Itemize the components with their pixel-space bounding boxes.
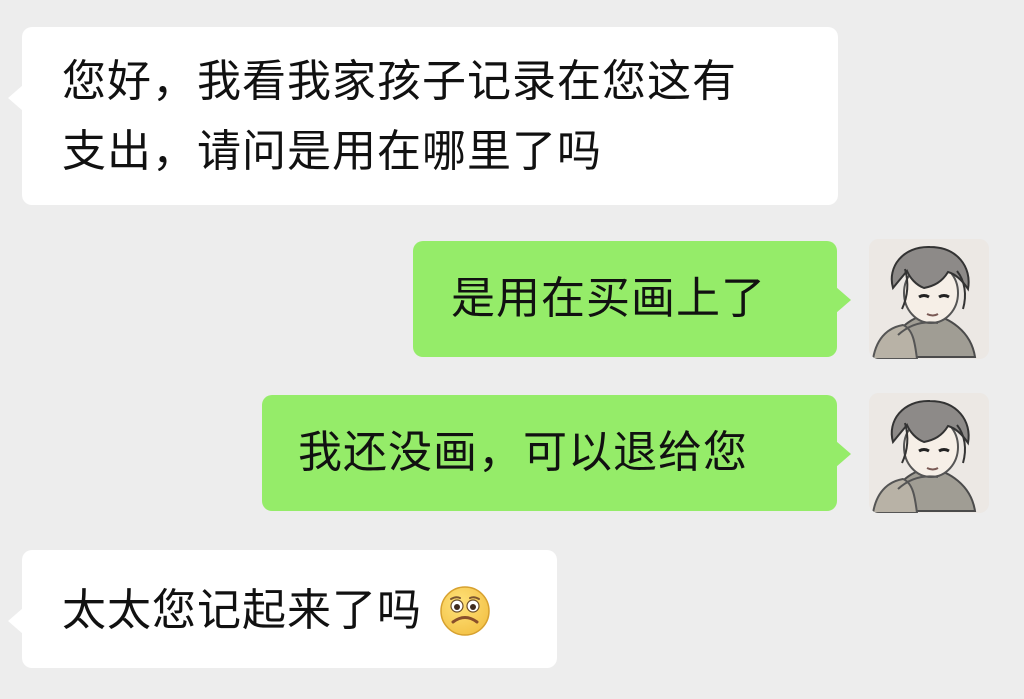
message-text: 我还没画，可以退给您 <box>298 427 748 478</box>
message-text: 是用在买画上了 <box>451 273 766 324</box>
message-text-line: 支出，请问是用在哪里了吗 <box>62 126 602 177</box>
sketch-avatar-icon <box>869 393 989 513</box>
avatar[interactable] <box>869 393 989 513</box>
message-bubble-incoming[interactable]: 您好，我看我家孩子记录在您这有 支出，请问是用在哪里了吗 <box>8 27 838 205</box>
message-bubble-outgoing[interactable]: 是用在买画上了 <box>413 241 851 357</box>
message-text-line: 您好，我看我家孩子记录在您这有 <box>62 56 737 107</box>
avatar[interactable] <box>869 239 989 359</box>
message-text: 太太您记起来了吗 <box>62 585 422 636</box>
sketch-avatar-icon <box>869 239 989 359</box>
message-bubble-incoming[interactable]: 太太您记起来了吗 <box>8 550 557 668</box>
frowning-face-emoji <box>439 585 491 637</box>
message-bubble-outgoing[interactable]: 我还没画，可以退给您 <box>262 395 851 511</box>
